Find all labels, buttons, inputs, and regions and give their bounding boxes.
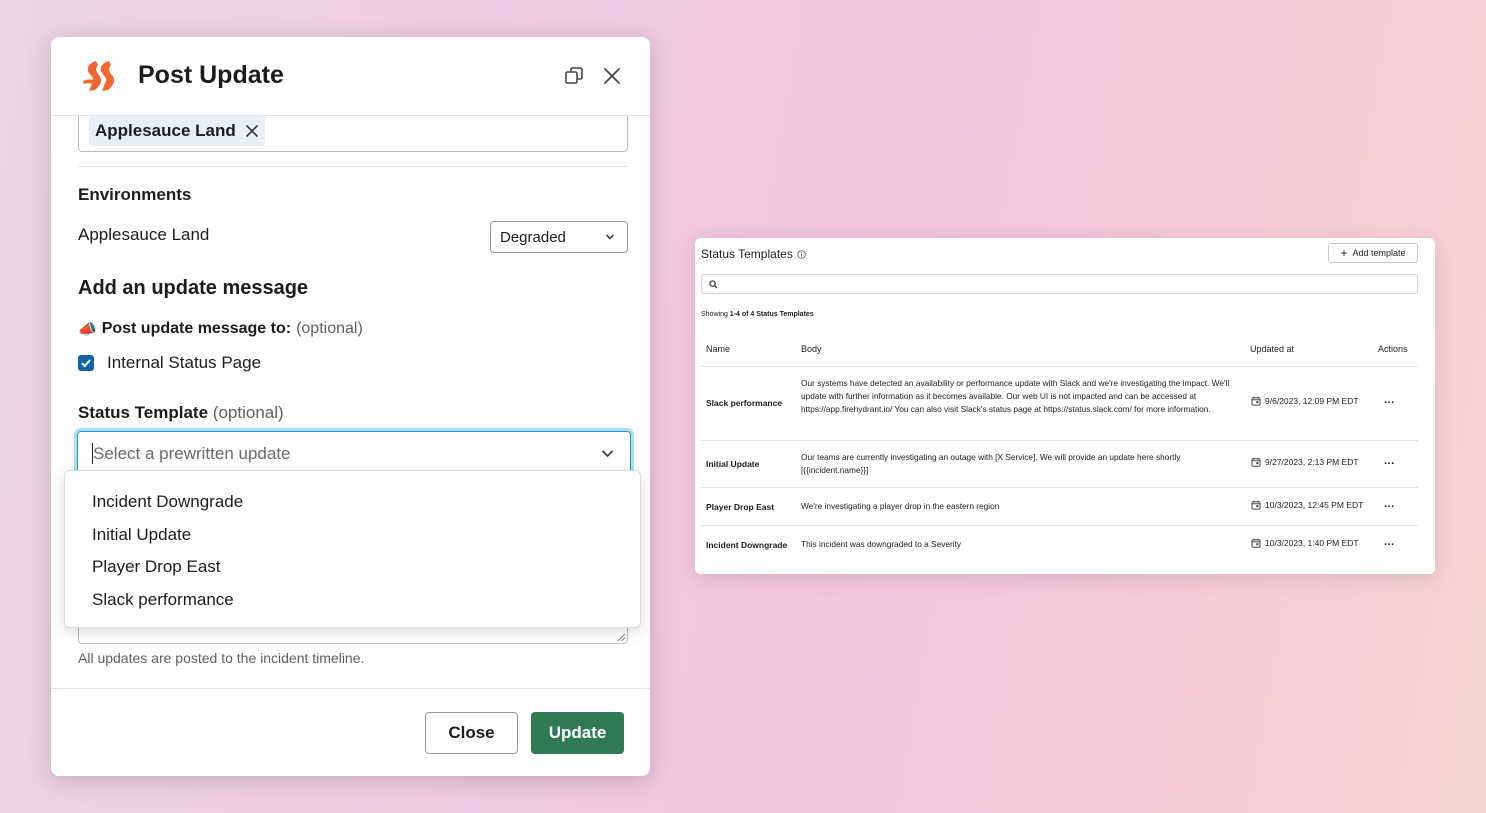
- row-updated: 9/6/2023, 12:09 PM EDT: [1251, 396, 1359, 406]
- close-button[interactable]: Close: [425, 712, 518, 754]
- post-to-text: Post update message to:: [101, 320, 292, 337]
- status-template-text: Status Template: [78, 403, 209, 422]
- row-name[interactable]: Incident Downgrade: [706, 540, 787, 550]
- row-updated: 10/3/2023, 1:40 PM EDT: [1251, 538, 1359, 548]
- row-body: We're investigating a player drop in the…: [801, 501, 1000, 511]
- template-option[interactable]: Incident Downgrade: [65, 486, 640, 519]
- calendar-icon: [1251, 500, 1261, 510]
- row-actions-button[interactable]: ...: [1384, 394, 1395, 406]
- chevron-down-icon: [605, 234, 615, 240]
- post-to-label: 📣 Post update message to: (optional): [78, 320, 363, 338]
- template-placeholder: Select a prewritten update: [93, 444, 291, 463]
- checkmark-icon: [81, 359, 91, 368]
- environments-heading: Environments: [78, 185, 192, 204]
- header-divider: [701, 366, 1418, 367]
- panel-title: Status Templates: [701, 247, 806, 261]
- chip-label: Applesauce Land: [95, 121, 236, 140]
- showing-count: Showing 1-4 of 4 Status Templates: [701, 311, 814, 318]
- remove-chip-icon[interactable]: [245, 124, 259, 138]
- calendar-icon: [1251, 457, 1261, 467]
- status-template-optional: (optional): [212, 403, 284, 422]
- calendar-icon: [1251, 538, 1261, 548]
- column-header-name[interactable]: Name: [706, 344, 730, 354]
- plus-icon: +: [1340, 246, 1348, 260]
- environment-tag-input[interactable]: Applesauce Land: [78, 116, 628, 152]
- footer-divider: [51, 688, 650, 689]
- resize-grip-icon[interactable]: [617, 633, 626, 642]
- template-option[interactable]: Slack performance: [65, 584, 640, 617]
- info-icon[interactable]: [797, 249, 806, 259]
- row-updated-text: 10/3/2023, 1:40 PM EDT: [1265, 538, 1359, 548]
- template-option[interactable]: Player Drop East: [65, 551, 640, 584]
- row-updated: 10/3/2023, 12:45 PM EDT: [1251, 500, 1363, 510]
- modal-title: Post Update: [138, 61, 284, 89]
- column-header-body[interactable]: Body: [801, 344, 822, 354]
- megaphone-icon: 📣: [78, 321, 97, 338]
- template-search-input[interactable]: [701, 274, 1418, 294]
- row-actions-button[interactable]: ...: [1384, 536, 1395, 548]
- update-button[interactable]: Update: [531, 712, 624, 754]
- row-body: Our systems have detected an availabilit…: [801, 378, 1230, 414]
- row-updated: 9/27/2023, 2:13 PM EDT: [1251, 457, 1359, 467]
- chevron-down-icon: [601, 450, 614, 458]
- row-updated-text: 9/27/2023, 2:13 PM EDT: [1265, 457, 1359, 467]
- panel-title-text: Status Templates: [701, 247, 793, 261]
- firehydrant-logo-icon: [83, 61, 115, 91]
- row-name[interactable]: Initial Update: [706, 459, 759, 469]
- row-name[interactable]: Player Drop East: [706, 502, 774, 512]
- post-to-optional: (optional): [296, 320, 363, 337]
- environment-name: Applesauce Land: [78, 225, 210, 244]
- text-caret: [92, 443, 93, 464]
- row-divider: [701, 525, 1418, 526]
- status-template-label: Status Template (optional): [78, 403, 284, 423]
- row-divider: [701, 487, 1418, 488]
- status-templates-panel: Status Templates + Add template Showing …: [695, 238, 1435, 574]
- row-body: Our teams are currently investigating an…: [801, 452, 1181, 475]
- calendar-icon: [1251, 396, 1261, 406]
- add-template-label: Add template: [1352, 248, 1406, 258]
- template-option[interactable]: Initial Update: [65, 519, 640, 552]
- row-body: This incident was downgraded to a Severi…: [801, 539, 962, 549]
- update-message-heading: Add an update message: [78, 277, 309, 299]
- add-template-button[interactable]: + Add template: [1328, 243, 1418, 263]
- divider: [78, 166, 628, 167]
- search-icon: [709, 280, 718, 289]
- internal-status-page-option: Internal Status Page: [78, 353, 261, 373]
- checkbox-label: Internal Status Page: [107, 353, 262, 372]
- row-updated-text: 10/3/2023, 12:45 PM EDT: [1265, 500, 1364, 510]
- row-actions-button[interactable]: ...: [1384, 455, 1395, 467]
- status-template-select[interactable]: Select a prewritten update: [77, 431, 631, 475]
- modal-header: Post Update: [51, 37, 650, 116]
- column-header-updated[interactable]: Updated at: [1250, 344, 1294, 354]
- showing-prefix: Showing: [701, 311, 730, 318]
- environment-chip: Applesauce Land: [89, 116, 265, 146]
- column-header-actions: Actions: [1378, 344, 1408, 354]
- template-dropdown-menu: Incident Downgrade Initial Update Player…: [64, 470, 641, 628]
- row-updated-text: 9/6/2023, 12:09 PM EDT: [1265, 396, 1359, 406]
- row-actions-button[interactable]: ...: [1384, 498, 1395, 510]
- environment-status-select[interactable]: Degraded: [490, 221, 628, 253]
- row-name[interactable]: Slack performance: [706, 398, 782, 408]
- post-update-modal: Post Update Applesauce Land Environments…: [51, 37, 650, 776]
- internal-status-page-checkbox[interactable]: [78, 355, 94, 371]
- environment-status-value: Degraded: [500, 228, 566, 246]
- copy-icon[interactable]: [563, 65, 585, 87]
- timeline-hint: All updates are posted to the incident t…: [78, 650, 365, 666]
- close-icon[interactable]: [601, 65, 623, 87]
- row-divider: [701, 440, 1418, 441]
- showing-range: 1-4 of 4 Status Templates: [729, 311, 814, 318]
